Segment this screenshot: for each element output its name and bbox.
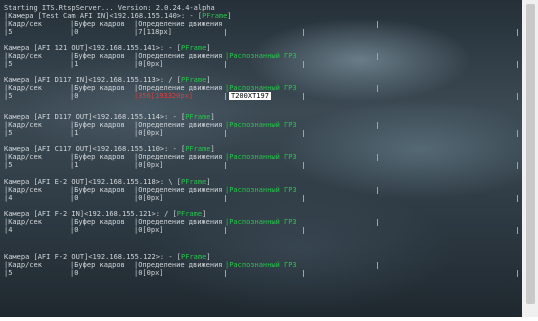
column-separator (377, 21, 378, 28)
column-separator (303, 29, 304, 36)
frame-type-tag: PFrame (185, 145, 211, 153)
frame-type-tag: PFrame (176, 210, 203, 218)
buffer-value: |0 (70, 92, 79, 100)
column-separator (517, 270, 518, 277)
column-recognized-header: |Распознанный ГРЗ (225, 121, 297, 129)
column-separator (225, 227, 226, 234)
column-recognized-header: |Распознанный ГРЗ (225, 153, 297, 161)
camera-title-end: ] (202, 210, 207, 218)
camera-title-text: Камера [AFI E-2 OUT]<192.168.155.118>: \… (4, 178, 182, 186)
column-separator (303, 93, 304, 100)
camera-title-text: Камера [AFI D117 IN]<192.168.155.113>: /… (4, 76, 182, 84)
column-separator (225, 61, 226, 68)
frame-type-tag: PFrame (181, 44, 207, 52)
column-separator (303, 227, 304, 234)
column-separator (225, 162, 226, 169)
frame-type-tag: PFrame (185, 113, 211, 121)
column-separator (225, 270, 226, 277)
buffer-value: |1 (70, 129, 79, 137)
column-recognized-header: |Распознанный ГРЗ (225, 186, 297, 194)
column-separator (377, 85, 378, 92)
column-separator (303, 270, 304, 277)
column-separator (517, 227, 518, 234)
column-separator (517, 61, 518, 68)
column-separator (225, 130, 226, 137)
fps-value: |5 (4, 92, 13, 100)
camera-title-end: ] (210, 113, 215, 121)
column-separator (303, 162, 304, 169)
column-separator (517, 162, 518, 169)
camera-title-text: Камера [AFI 121 OUT]<192.168.155.141>: -… (4, 44, 182, 52)
motion-value: |0[0px] (134, 269, 164, 277)
camera-title-end: ] (210, 145, 215, 153)
camera-title-text: Камера [AFI F-2 OUT]<192.168.155.122>: -… (4, 253, 182, 261)
column-recognized-header: |Распознанный ГРЗ (225, 218, 297, 226)
camera-title-end: ] (227, 12, 232, 20)
camera-title-end: ] (206, 253, 211, 261)
motion-value: |0[0px] (134, 129, 164, 137)
buffer-value: |1 (70, 60, 79, 68)
scrollbar[interactable] (522, 0, 538, 317)
column-separator (225, 195, 226, 202)
motion-value: |0[0px] (134, 161, 164, 169)
camera-title-text: |Камера [Test Cam AFI IN]<192.168.155.14… (4, 12, 203, 20)
fps-value: |4 (4, 194, 13, 202)
column-separator (517, 195, 518, 202)
buffer-value: |1 (70, 161, 79, 169)
frame-type-tag: PFrame (181, 253, 207, 261)
column-separator (225, 93, 226, 100)
column-separator (377, 53, 378, 60)
motion-value: |0[0px] (134, 60, 164, 68)
fps-value: |4 (4, 226, 13, 234)
camera-title-text: Камера [AFI C117 OUT]<192.168.155.110>: … (4, 145, 186, 153)
column-separator (517, 130, 518, 137)
column-separator (225, 29, 226, 36)
column-separator (303, 195, 304, 202)
fps-value: |5 (4, 269, 13, 277)
camera-title-text: Камера [AFI F-2 IN]<192.168.155.121>: / … (4, 210, 177, 218)
column-separator (517, 93, 518, 100)
frame-type-tag: PFrame (181, 76, 207, 84)
column-separator (303, 130, 304, 137)
motion-value: |7[118px] (134, 28, 172, 36)
column-recognized-header: |Распознанный ГРЗ (225, 52, 297, 60)
camera-title-end: ] (206, 178, 211, 186)
scrollbar-thumb[interactable] (526, 4, 535, 304)
camera-title-end: ] (206, 76, 211, 84)
console-window: Starting ITS.RtspServer... Version: 2.0.… (0, 0, 522, 317)
fps-value: |5 (4, 28, 13, 36)
column-separator (377, 154, 378, 161)
column-separator (377, 122, 378, 129)
buffer-value: |0 (70, 269, 79, 277)
column-separator (377, 219, 378, 226)
motion-value: |0[0px] (134, 226, 164, 234)
fps-value: |5 (4, 129, 13, 137)
frame-type-tag: PFrame (202, 12, 228, 20)
column-separator (517, 29, 518, 36)
motion-value: |356[193320px] (134, 92, 194, 100)
fps-value: |5 (4, 60, 13, 68)
column-separator (303, 61, 304, 68)
camera-title-end: ] (206, 44, 211, 52)
camera-title-text: Камера [AFI D117 OUT]<192.168.155.114>: … (4, 113, 186, 121)
buffer-value: |0 (70, 28, 79, 36)
column-recognized-header: |Распознанный ГРЗ (225, 261, 297, 269)
column-separator (377, 262, 378, 269)
buffer-value: |0 (70, 226, 79, 234)
frame-type-tag: PFrame (181, 178, 207, 186)
license-plate-value: T200XT197 (229, 92, 271, 100)
fps-value: |5 (4, 161, 13, 169)
buffer-value: |0 (70, 194, 79, 202)
column-separator (377, 187, 378, 194)
motion-value: |0[0px] (134, 194, 164, 202)
